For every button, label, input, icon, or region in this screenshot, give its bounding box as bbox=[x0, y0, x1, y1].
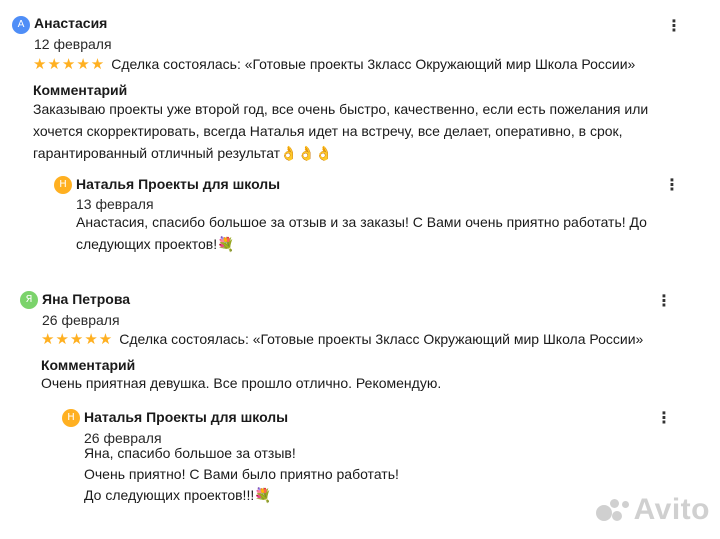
watermark-text: Avito bbox=[633, 493, 710, 526]
deal-line: ★★★★★ Сделка состоялась: «Готовые проекты… bbox=[33, 55, 635, 73]
reply-author[interactable]: Наталья Проекты для школы bbox=[76, 175, 280, 193]
reply-text: Анастасия, спасибо большое за отзыв и за… bbox=[76, 211, 647, 255]
reply-menu-button[interactable]: ⋮ bbox=[662, 175, 682, 195]
review-date: 12 февраля bbox=[34, 36, 112, 52]
comment-text: Очень приятная девушка. Все прошло отлич… bbox=[41, 372, 441, 394]
review-author[interactable]: Анастасия bbox=[34, 14, 107, 32]
avatar: Н bbox=[62, 409, 80, 427]
reply-line: Очень приятно! С Вами было приятно работ… bbox=[84, 466, 399, 482]
deal-text[interactable]: Сделка состоялась: «Готовые проекты 3кла… bbox=[111, 56, 635, 72]
rating-stars: ★★★★★ bbox=[41, 330, 114, 348]
review-author[interactable]: Яна Петрова bbox=[42, 290, 130, 308]
deal-line: ★★★★★ Сделка состоялась: «Готовые проекты… bbox=[41, 330, 643, 348]
rating-stars: ★★★★★ bbox=[33, 55, 106, 73]
comment-line: Очень приятная девушка. Все прошло отлич… bbox=[41, 375, 442, 391]
reply-line: Яна, спасибо большое за отзыв! bbox=[84, 445, 296, 461]
avatar: Н bbox=[54, 176, 72, 194]
comment-text: Заказываю проекты уже второй год, все оч… bbox=[33, 98, 648, 164]
reply-line: следующих проектов!💐 bbox=[76, 236, 235, 252]
avatar: А bbox=[12, 16, 30, 34]
avatar: Я bbox=[20, 291, 38, 309]
avito-watermark: Avito bbox=[595, 493, 710, 527]
reply-line: До следующих проектов!!!💐 bbox=[84, 487, 272, 503]
reply-menu-button[interactable]: ⋮ bbox=[654, 408, 674, 428]
avito-logo-icon bbox=[595, 499, 630, 523]
reply-text: Яна, спасибо большое за отзыв! Очень при… bbox=[84, 443, 399, 506]
comment-line: гарантированный отличный результат👌👌👌 bbox=[33, 145, 333, 161]
comment-label: Комментарий bbox=[33, 82, 128, 98]
review-date: 26 февраля bbox=[42, 312, 120, 328]
deal-text[interactable]: Сделка состоялась: «Готовые проекты 3кла… bbox=[119, 331, 643, 347]
reply-line: Анастасия, спасибо большое за отзыв и за… bbox=[76, 214, 647, 230]
comment-line: Заказываю проекты уже второй год, все оч… bbox=[33, 101, 649, 117]
review-menu-button[interactable]: ⋮ bbox=[664, 16, 684, 36]
reply-author[interactable]: Наталья Проекты для школы bbox=[84, 408, 288, 426]
comment-line: хочется скорректировать, всегда Наталья … bbox=[33, 123, 623, 139]
review-menu-button[interactable]: ⋮ bbox=[654, 291, 674, 311]
